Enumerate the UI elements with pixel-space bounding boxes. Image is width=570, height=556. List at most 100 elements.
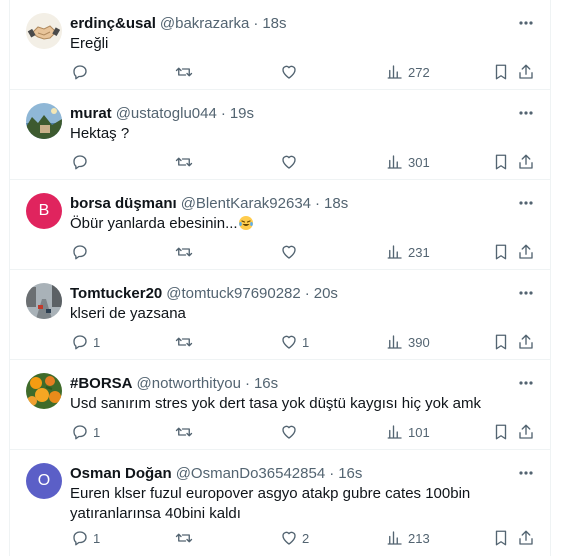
separator-dot: · <box>220 104 226 122</box>
more-options-button[interactable] <box>516 14 536 32</box>
share-icon <box>519 530 533 545</box>
tweet[interactable]: #BORSA @notworthityou · 16s Usd sanırım … <box>10 360 550 450</box>
views-button[interactable]: 101 <box>386 422 430 442</box>
like-button[interactable] <box>280 62 302 82</box>
bookmark-button[interactable] <box>492 62 510 82</box>
display-name[interactable]: Tomtucker20 <box>70 285 162 302</box>
reply-button[interactable] <box>71 62 93 82</box>
handshake-avatar-image <box>26 13 62 49</box>
views-button[interactable]: 231 <box>386 242 430 262</box>
tweet-actions: 272 <box>10 62 550 82</box>
more-options-button[interactable] <box>516 284 536 302</box>
street-avatar-image <box>26 283 62 319</box>
views-button[interactable]: 213 <box>386 528 430 548</box>
display-name[interactable]: erdinç&usal <box>70 15 156 32</box>
tweet[interactable]: Tomtucker20 @tomtuck97690282 · 20s klser… <box>10 270 550 360</box>
avatar[interactable] <box>26 283 62 319</box>
share-button[interactable] <box>517 528 535 548</box>
like-button[interactable] <box>280 422 302 442</box>
avatar-letter: B <box>38 202 50 219</box>
retweet-button[interactable] <box>175 152 197 172</box>
bookmark-icon <box>495 64 507 80</box>
share-button[interactable] <box>517 152 535 172</box>
tweet-text: Hektaş ? <box>70 125 130 142</box>
share-button[interactable] <box>517 422 535 442</box>
like-button[interactable] <box>280 242 302 262</box>
share-button[interactable] <box>517 332 535 352</box>
tweet-header: murat @ustatoglu044 · 19s <box>70 103 510 123</box>
like-button[interactable]: 2 <box>280 528 309 548</box>
bookmark-button[interactable] <box>492 528 510 548</box>
reply-button[interactable]: 1 <box>71 528 100 548</box>
reply-button[interactable] <box>71 152 93 172</box>
share-icon <box>519 244 533 259</box>
retweet-button[interactable] <box>175 62 197 82</box>
avatar[interactable] <box>26 373 62 409</box>
share-button[interactable] <box>517 62 535 82</box>
bookmark-button[interactable] <box>492 242 510 262</box>
more-options-button[interactable] <box>516 464 536 482</box>
user-handle[interactable]: @tomtuck97690282 <box>166 285 300 302</box>
separator-dot: · <box>329 464 335 482</box>
more-options-button[interactable] <box>516 374 536 392</box>
display-name[interactable]: #BORSA <box>70 375 133 392</box>
reply-button[interactable]: 1 <box>71 332 100 352</box>
timestamp[interactable]: 18s <box>324 195 348 212</box>
tweet-text: Euren klser fuzul europover asgyo atakp … <box>70 485 471 522</box>
reply-button[interactable]: 1 <box>71 422 100 442</box>
bookmark-icon <box>495 334 507 350</box>
display-name[interactable]: murat <box>70 105 112 122</box>
retweet-icon <box>175 533 193 543</box>
retweet-button[interactable] <box>175 528 197 548</box>
more-options-button[interactable] <box>516 104 536 122</box>
display-name[interactable]: borsa düşmanı <box>70 195 177 212</box>
retweet-icon <box>175 427 193 437</box>
retweet-button[interactable] <box>175 242 197 262</box>
user-handle[interactable]: @ustatoglu044 <box>116 105 217 122</box>
avatar[interactable] <box>26 103 62 139</box>
tweet[interactable]: O Osman Doğan @OsmanDo36542854 · 16s Eur… <box>10 450 550 556</box>
views-button[interactable]: 390 <box>386 332 430 352</box>
heart-icon <box>282 531 296 545</box>
like-button[interactable]: 1 <box>280 332 309 352</box>
bookmark-button[interactable] <box>492 332 510 352</box>
more-dots-icon <box>519 111 533 115</box>
user-handle[interactable]: @BlentKarak92634 <box>181 195 311 212</box>
retweet-icon <box>175 157 193 167</box>
avatar[interactable]: O <box>26 463 62 499</box>
reply-feed: erdinç&usal @bakrazarka · 18s Ereğli 272… <box>9 0 551 556</box>
timestamp[interactable]: 16s <box>254 375 278 392</box>
user-handle[interactable]: @OsmanDo36542854 <box>176 465 326 482</box>
heart-icon <box>282 155 296 169</box>
avatar[interactable] <box>26 13 62 49</box>
tweet[interactable]: B borsa düşmanı @BlentKarak92634 · 18s Ö… <box>10 180 550 270</box>
user-handle[interactable]: @bakrazarka <box>160 15 249 32</box>
bookmark-icon <box>495 244 507 260</box>
retweet-button[interactable] <box>175 332 197 352</box>
tweet-actions: 1 101 <box>10 422 550 442</box>
timestamp[interactable]: 20s <box>314 285 338 302</box>
tweet-text: Öbür yanlarda ebesinin... <box>70 214 514 234</box>
bookmark-button[interactable] <box>492 422 510 442</box>
tweet[interactable]: erdinç&usal @bakrazarka · 18s Ereğli 272 <box>10 0 550 90</box>
separator-dot: · <box>253 14 259 32</box>
views-button[interactable]: 301 <box>386 152 430 172</box>
retweet-button[interactable] <box>175 422 197 442</box>
bookmark-button[interactable] <box>492 152 510 172</box>
views-icon <box>387 425 402 439</box>
timestamp[interactable]: 19s <box>230 105 254 122</box>
more-dots-icon <box>519 381 533 385</box>
timestamp[interactable]: 18s <box>262 15 286 32</box>
avatar[interactable]: B <box>26 193 62 229</box>
share-button[interactable] <box>517 242 535 262</box>
user-handle[interactable]: @notworthityou <box>137 375 241 392</box>
like-button[interactable] <box>280 152 302 172</box>
display-name[interactable]: Osman Doğan <box>70 465 172 482</box>
reply-button[interactable] <box>71 242 93 262</box>
tweet-text: Usd sanırım stres yok dert tasa yok düşt… <box>70 395 481 412</box>
more-options-button[interactable] <box>516 194 536 212</box>
views-button[interactable]: 272 <box>386 62 430 82</box>
view-count: 101 <box>408 424 430 440</box>
tweet[interactable]: murat @ustatoglu044 · 19s Hektaş ? 301 <box>10 90 550 180</box>
timestamp[interactable]: 16s <box>338 465 362 482</box>
